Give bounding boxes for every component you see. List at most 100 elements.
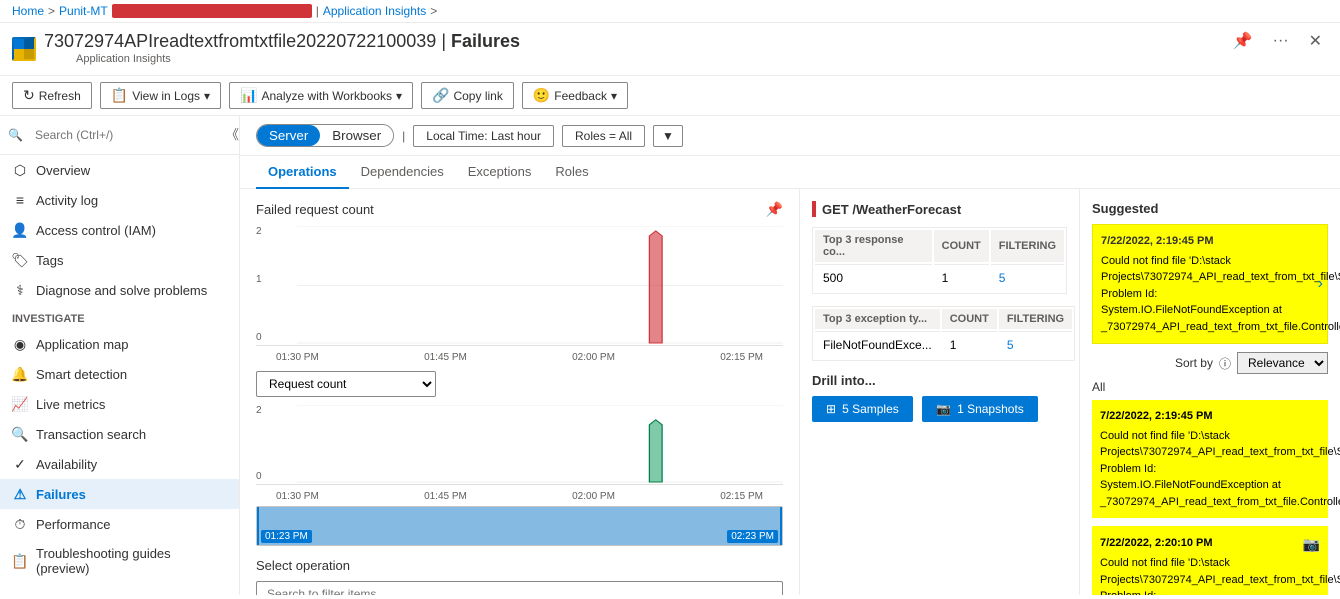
suggestion-text-1: Could not find file 'D:\stack Projects\7… [1101,255,1340,333]
table-row: FileNotFoundExce... 1 5 [815,331,1072,358]
workbooks-icon: 📊 [240,87,257,104]
feedback-button[interactable]: 🙂 Feedback ▾ [522,82,628,109]
filter-cell[interactable]: 5 [991,264,1064,291]
logs-icon: 📋 [111,87,128,104]
samples-button[interactable]: ⊞ 5 Samples [812,396,913,422]
failed-request-chart: 2 1 0 [256,226,783,346]
server-filter-button[interactable]: Server [257,125,320,146]
smart-detection-icon: 🔔 [12,366,28,382]
sidebar-search-container: 🔍 《 [0,116,239,155]
sidebar-item-access-control[interactable]: 👤 Access control (IAM) [0,215,239,245]
timeline-start-label: 01:23 PM [261,530,312,543]
select-operation-title: Select operation [256,558,783,573]
time-axis-1: 01:30 PM 01:45 PM 02:00 PM 02:15 PM [256,350,783,363]
access-control-icon: 👤 [12,222,28,238]
sidebar-item-activity-log[interactable]: ≡ Activity log [0,185,239,215]
sidebar-item-live-metrics[interactable]: 📈 Live metrics [0,389,239,419]
panel-split: Failed request count 📌 2 1 0 [240,189,1340,595]
tab-operations[interactable]: Operations [256,156,349,189]
refresh-button[interactable]: ↻ Refresh [12,82,92,109]
sidebar-item-failures[interactable]: ⚠ Failures [0,479,239,509]
transaction-search-icon: 🔍 [12,426,28,442]
troubleshooting-icon: 📋 [12,553,28,569]
exception-filter-cell[interactable]: 5 [999,331,1072,358]
sidebar-item-performance[interactable]: ⏱ Performance [0,509,239,539]
info-icon: ⓘ [1219,355,1231,372]
breadcrumb-redacted [112,4,312,18]
suggestion-text-2: Could not find file 'D:\stack Projects\7… [1100,430,1340,508]
overview-icon: ⬡ [12,162,28,178]
breadcrumb: Home > Punit-MT | Application Insights > [0,0,1340,23]
exception-filter-link[interactable]: 5 [1007,338,1014,352]
feedback-icon: 🙂 [533,87,550,104]
breadcrumb-home[interactable]: Home [12,4,44,18]
tab-roles[interactable]: Roles [543,156,600,189]
table-row: 500 1 5 [815,264,1064,291]
sidebar-item-transaction-search[interactable]: 🔍 Transaction search [0,419,239,449]
close-button[interactable]: ✕ [1303,29,1328,53]
analyze-workbooks-button[interactable]: 📊 Analyze with Workbooks ▾ [229,82,413,109]
sidebar-collapse-button[interactable]: 《 [226,124,239,143]
timeline-end-label: 02:23 PM [727,530,778,543]
pin-button[interactable]: 📌 [1227,29,1259,53]
snapshots-icon: 📷 [936,402,951,416]
suggestion-card-3[interactable]: 7/22/2022, 2:20:10 PM 📷 Could not find f… [1092,526,1328,595]
sort-select[interactable]: Relevance [1237,352,1328,374]
chart2-y-0: 0 [256,471,262,482]
snapshots-button[interactable]: 📷 1 Snapshots [922,396,1038,422]
more-button[interactable]: ··· [1267,30,1295,52]
exception-type-table: Top 3 exception ty... COUNT FILTERING Fi… [812,306,1075,361]
search-input[interactable] [27,124,231,146]
page-title: 73072974APIreadtextfromtxtfile2022072210… [44,31,1227,52]
tab-exceptions[interactable]: Exceptions [456,156,544,189]
tab-dependencies[interactable]: Dependencies [349,156,456,189]
right-panel: GET /WeatherForecast Top 3 response co..… [800,189,1080,595]
filter-icon: ▼ [662,129,674,143]
count-cell: 1 [934,264,989,291]
exception-count-header: COUNT [942,309,997,329]
response-code-cell: 500 [815,264,932,291]
breadcrumb-punit[interactable]: Punit-MT [59,4,108,18]
chart-y-0: 0 [256,332,262,343]
response-code-header: Top 3 response co... [815,230,932,262]
metric-dropdown[interactable]: Request count [256,371,436,397]
time-axis-2: 01:30 PM 01:45 PM 02:00 PM 02:15 PM [256,489,783,502]
filtering-header: FILTERING [991,230,1064,262]
breadcrumb-app-insights[interactable]: Application Insights [323,4,426,18]
performance-icon: ⏱ [12,516,28,532]
suggestion-card-2[interactable]: 7/22/2022, 2:19:45 PM Could not find fil… [1092,400,1328,518]
app-map-icon: ◉ [12,336,28,352]
sidebar-item-app-map[interactable]: ◉ Application map [0,329,239,359]
filter-bar: Server Browser | Local Time: Last hour R… [240,116,1340,156]
get-indicator [812,201,816,217]
add-filter-button[interactable]: ▼ [653,125,683,147]
left-panel: Failed request count 📌 2 1 0 [240,189,800,595]
suggestion-text-3: Could not find file 'D:\stack Projects\7… [1100,557,1340,595]
copy-icon: 🔗 [432,87,449,104]
filter-link[interactable]: 5 [999,271,1006,285]
diagnose-icon: ⚕ [12,282,28,298]
sidebar-item-overview[interactable]: ⬡ Overview [0,155,239,185]
timeline-slider[interactable]: 01:23 PM 02:23 PM [256,506,783,546]
suggested-title: Suggested [1092,201,1328,216]
roles-filter-button[interactable]: Roles = All [562,125,645,147]
suggestion-timestamp-2: 7/22/2022, 2:19:45 PM [1100,408,1320,425]
exception-filtering-header: FILTERING [999,309,1072,329]
view-in-logs-button[interactable]: 📋 View in Logs ▾ [100,82,221,109]
sidebar-item-diagnose[interactable]: ⚕ Diagnose and solve problems [0,275,239,305]
get-title: GET /WeatherForecast [812,201,1067,217]
time-filter-button[interactable]: Local Time: Last hour [413,125,554,147]
sidebar-item-smart-detection[interactable]: 🔔 Smart detection [0,359,239,389]
suggestion-card-1[interactable]: 7/22/2022, 2:19:45 PM Could not find fil… [1092,224,1328,344]
browser-filter-button[interactable]: Browser [320,125,393,146]
operation-search-input[interactable] [256,581,783,595]
sidebar-item-tags[interactable]: 🏷 Tags [0,245,239,275]
copy-link-button[interactable]: 🔗 Copy link [421,82,514,109]
tabs-bar: Operations Dependencies Exceptions Roles [240,156,1340,189]
availability-icon: ✓ [12,456,28,472]
chart-pin-button[interactable]: 📌 [766,201,783,218]
suggestion-arrow-1[interactable]: › [1318,275,1323,293]
response-code-table: Top 3 response co... COUNT FILTERING 500… [812,227,1067,294]
sidebar-item-troubleshooting[interactable]: 📋 Troubleshooting guides(preview) [0,539,239,583]
sidebar-item-availability[interactable]: ✓ Availability [0,449,239,479]
